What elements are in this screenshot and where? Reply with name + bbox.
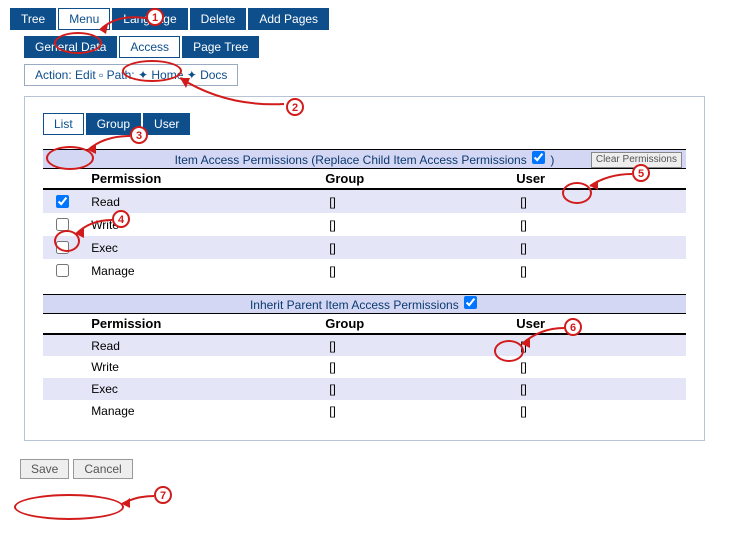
perm-user: [] <box>516 334 686 356</box>
table-row: Exec [] [] <box>43 378 686 400</box>
perm-user: [] <box>516 378 686 400</box>
item-access-header-suffix: ) <box>550 153 554 167</box>
top-tabs: Tree Menu Language Delete Add Pages <box>6 6 723 32</box>
perm-name: Write <box>81 356 325 378</box>
inherit-parent-header: Inherit Parent Item Access Permissions <box>43 294 686 314</box>
tab-page-tree[interactable]: Page Tree <box>182 36 259 58</box>
subtab-list[interactable]: List <box>43 113 84 135</box>
col-permission: Permission <box>81 169 325 189</box>
save-button[interactable]: Save <box>20 459 69 479</box>
annotation-number: 7 <box>154 486 172 504</box>
perm-group: [] <box>325 213 516 236</box>
table-row: Exec [] [] <box>43 236 686 259</box>
clear-permissions-button[interactable]: Clear Permissions <box>591 152 682 168</box>
item-access-header-text: Item Access Permissions (Replace Child I… <box>175 153 527 167</box>
menu-tabs: General Data Access Page Tree <box>6 34 723 60</box>
tab-tree[interactable]: Tree <box>10 8 56 30</box>
perm-name: Write <box>81 213 325 236</box>
item-access-header: Item Access Permissions (Replace Child I… <box>43 149 686 169</box>
tab-menu[interactable]: Menu <box>58 8 110 30</box>
perm-group: [] <box>325 236 516 259</box>
item-access-table: Permission Group User Read [] [] Write [… <box>43 169 686 282</box>
col-group: Group <box>325 169 516 189</box>
table-row: Manage [] [] <box>43 259 686 282</box>
perm-name: Exec <box>81 378 325 400</box>
perm-exec-checkbox[interactable] <box>56 241 69 254</box>
col-permission: Permission <box>81 314 325 334</box>
perm-group: [] <box>325 400 516 422</box>
tab-add-pages[interactable]: Add Pages <box>248 8 329 30</box>
perm-group: [] <box>325 259 516 282</box>
cancel-button[interactable]: Cancel <box>73 459 132 479</box>
perm-name: Manage <box>81 259 325 282</box>
perm-group: [] <box>325 356 516 378</box>
access-panel: List Group User Item Access Permissions … <box>24 96 705 441</box>
perm-user: [] <box>516 356 686 378</box>
annotation-circle <box>14 494 124 520</box>
perm-name: Read <box>81 334 325 356</box>
perm-manage-checkbox[interactable] <box>56 264 69 277</box>
perm-user: [] <box>516 213 686 236</box>
table-row: Read [] [] <box>43 189 686 213</box>
perm-name: Exec <box>81 236 325 259</box>
perm-group: [] <box>325 189 516 213</box>
replace-child-checkbox[interactable] <box>532 151 545 164</box>
perm-write-checkbox[interactable] <box>56 218 69 231</box>
inherit-parent-table: Permission Group User Read [] [] Write [… <box>43 314 686 422</box>
inherit-parent-checkbox[interactable] <box>464 296 477 309</box>
perm-user: [] <box>516 259 686 282</box>
perm-read-checkbox[interactable] <box>56 195 69 208</box>
subtab-group[interactable]: Group <box>86 113 141 135</box>
tab-language[interactable]: Language <box>112 8 187 30</box>
subtab-user[interactable]: User <box>143 113 190 135</box>
perm-group: [] <box>325 378 516 400</box>
breadcrumb: Action: Edit ▫ Path: ✦ Home ✦ Docs <box>24 64 238 86</box>
form-actions: Save Cancel <box>6 451 723 479</box>
table-row: Write [] [] <box>43 213 686 236</box>
perm-group: [] <box>325 334 516 356</box>
perm-user: [] <box>516 189 686 213</box>
perm-name: Manage <box>81 400 325 422</box>
tab-access[interactable]: Access <box>119 36 180 58</box>
inherit-parent-header-text: Inherit Parent Item Access Permissions <box>250 298 459 312</box>
col-user: User <box>516 169 686 189</box>
perm-user: [] <box>516 400 686 422</box>
col-group: Group <box>325 314 516 334</box>
tab-general-data[interactable]: General Data <box>24 36 117 58</box>
col-user: User <box>516 314 686 334</box>
tab-delete[interactable]: Delete <box>190 8 247 30</box>
perm-name: Read <box>81 189 325 213</box>
table-row: Read [] [] <box>43 334 686 356</box>
perm-user: [] <box>516 236 686 259</box>
table-row: Write [] [] <box>43 356 686 378</box>
table-row: Manage [] [] <box>43 400 686 422</box>
sub-tabs: List Group User <box>43 113 686 135</box>
